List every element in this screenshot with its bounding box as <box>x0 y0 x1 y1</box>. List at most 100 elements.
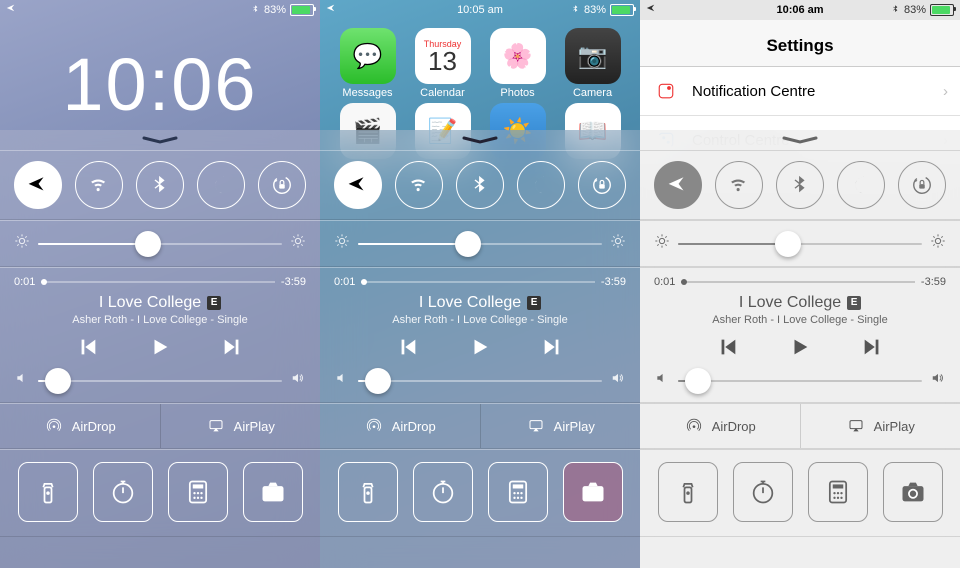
brightness-low-icon <box>14 233 30 254</box>
bluetooth-icon <box>251 3 260 18</box>
scrubber[interactable]: 0:01-3:59 <box>334 276 626 288</box>
toggle-bluetooth[interactable] <box>456 161 504 209</box>
play-button[interactable] <box>147 336 173 363</box>
timer-button[interactable] <box>413 462 473 522</box>
toggle-rotation-lock[interactable] <box>578 161 626 209</box>
panel-settings: 10:06 am 83% Settings Notification Centr… <box>640 0 960 568</box>
airdrop-button[interactable]: AirDrop <box>0 404 161 448</box>
air-row: AirDrop AirPlay <box>0 403 320 449</box>
brightness-slider[interactable] <box>38 243 282 245</box>
airdrop-button[interactable]: AirDrop <box>320 404 481 448</box>
lock-clock: 10:06 <box>0 42 320 127</box>
toggle-dnd[interactable] <box>517 161 565 209</box>
battery-label: 83% <box>264 4 286 16</box>
toggle-row <box>0 150 320 220</box>
app-photos[interactable]: 🌸Photos <box>488 28 548 99</box>
timer-button[interactable] <box>733 462 793 522</box>
volume-slider[interactable] <box>38 380 282 382</box>
settings-title: Settings <box>640 20 960 67</box>
next-button[interactable] <box>859 336 885 363</box>
airplay-button[interactable]: AirPlay <box>161 404 321 448</box>
toggle-rotation-lock[interactable] <box>898 161 946 209</box>
airdrop-button[interactable]: AirDrop <box>640 404 801 448</box>
status-bar: 10:06 am 83% <box>640 0 960 20</box>
app-calendar[interactable]: Thursday13Calendar <box>413 28 473 99</box>
volume-high-icon <box>610 371 626 390</box>
status-bar: 10:05 am 83% <box>320 0 640 20</box>
toggle-wifi[interactable] <box>715 161 763 209</box>
brightness-high-icon <box>610 233 626 254</box>
toggle-wifi[interactable] <box>395 161 443 209</box>
battery-icon <box>290 4 314 16</box>
camera-button[interactable] <box>563 462 623 522</box>
brightness-low-icon <box>654 233 670 254</box>
next-button[interactable] <box>539 336 565 363</box>
media-block: 0:01 -3:59 I Love CollegeE Asher Roth - … <box>0 267 320 403</box>
battery-icon <box>610 4 634 16</box>
toggle-dnd[interactable] <box>197 161 245 209</box>
song-subtitle: Asher Roth - I Love College - Single <box>14 314 306 326</box>
toggle-airplane[interactable] <box>654 161 702 209</box>
camera-button[interactable] <box>243 462 303 522</box>
torch-button[interactable] <box>338 462 398 522</box>
timer-button[interactable] <box>93 462 153 522</box>
volume-slider[interactable] <box>678 380 922 382</box>
scrubber[interactable]: 0:01-3:59 <box>654 276 946 288</box>
brightness-slider[interactable] <box>358 243 602 245</box>
airplay-button[interactable]: AirPlay <box>481 404 641 448</box>
calculator-button[interactable] <box>168 462 228 522</box>
volume-low-icon <box>14 371 30 390</box>
toggle-dnd[interactable] <box>837 161 885 209</box>
toggle-bluetooth[interactable] <box>776 161 824 209</box>
brightness-low-icon <box>334 233 350 254</box>
next-button[interactable] <box>219 336 245 363</box>
song-title: I Love CollegeE <box>99 294 221 312</box>
scrubber[interactable]: 0:01 -3:59 <box>14 276 306 288</box>
toggle-airplane[interactable] <box>334 161 382 209</box>
airplane-mode-icon <box>6 3 17 17</box>
brightness-row <box>0 220 320 267</box>
grabber-handle[interactable] <box>142 136 178 142</box>
status-time: 10:06 am <box>640 4 960 16</box>
toggle-rotation-lock[interactable] <box>258 161 306 209</box>
quick-row <box>0 449 320 537</box>
time-elapsed: 0:01 <box>14 276 35 288</box>
volume-low-icon <box>654 371 670 390</box>
brightness-slider[interactable] <box>678 243 922 245</box>
prev-button[interactable] <box>715 336 741 363</box>
volume-high-icon <box>930 371 946 390</box>
status-time: 10:05 am <box>320 4 640 16</box>
toggle-bluetooth[interactable] <box>136 161 184 209</box>
camera-button[interactable] <box>883 462 943 522</box>
brightness-high-icon <box>290 233 306 254</box>
toggle-airplane[interactable] <box>14 161 62 209</box>
calculator-button[interactable] <box>808 462 868 522</box>
prev-button[interactable] <box>75 336 101 363</box>
app-camera[interactable]: 📷Camera <box>563 28 623 99</box>
volume-slider[interactable] <box>358 380 602 382</box>
panel-lockscreen: 83% 10:06 0:01 -3:59 I Love CollegeE As <box>0 0 320 568</box>
volume-low-icon <box>334 371 350 390</box>
torch-button[interactable] <box>658 462 718 522</box>
grabber-handle[interactable] <box>782 136 818 142</box>
grabber-handle[interactable] <box>462 136 498 142</box>
torch-button[interactable] <box>18 462 78 522</box>
control-centre: 0:01-3:59 I Love CollegeE Asher Roth - I… <box>320 130 640 568</box>
panel-homescreen: 10:05 am 83% 💬Messages Thursday13Calenda… <box>320 0 640 568</box>
time-remaining: -3:59 <box>281 276 306 288</box>
calculator-button[interactable] <box>488 462 548 522</box>
volume-high-icon <box>290 371 306 390</box>
brightness-high-icon <box>930 233 946 254</box>
chevron-right-icon: › <box>943 83 948 100</box>
toggle-wifi[interactable] <box>75 161 123 209</box>
control-centre: 0:01-3:59 I Love CollegeE Asher Roth - I… <box>640 130 960 568</box>
explicit-badge: E <box>207 296 221 310</box>
play-button[interactable] <box>787 336 813 363</box>
airplay-button[interactable]: AirPlay <box>801 404 960 448</box>
play-button[interactable] <box>467 336 493 363</box>
prev-button[interactable] <box>395 336 421 363</box>
notification-centre-icon <box>652 77 680 105</box>
app-messages[interactable]: 💬Messages <box>338 28 398 99</box>
settings-row-notification-centre[interactable]: Notification Centre › <box>640 67 960 116</box>
control-centre: 0:01 -3:59 I Love CollegeE Asher Roth - … <box>0 130 320 568</box>
